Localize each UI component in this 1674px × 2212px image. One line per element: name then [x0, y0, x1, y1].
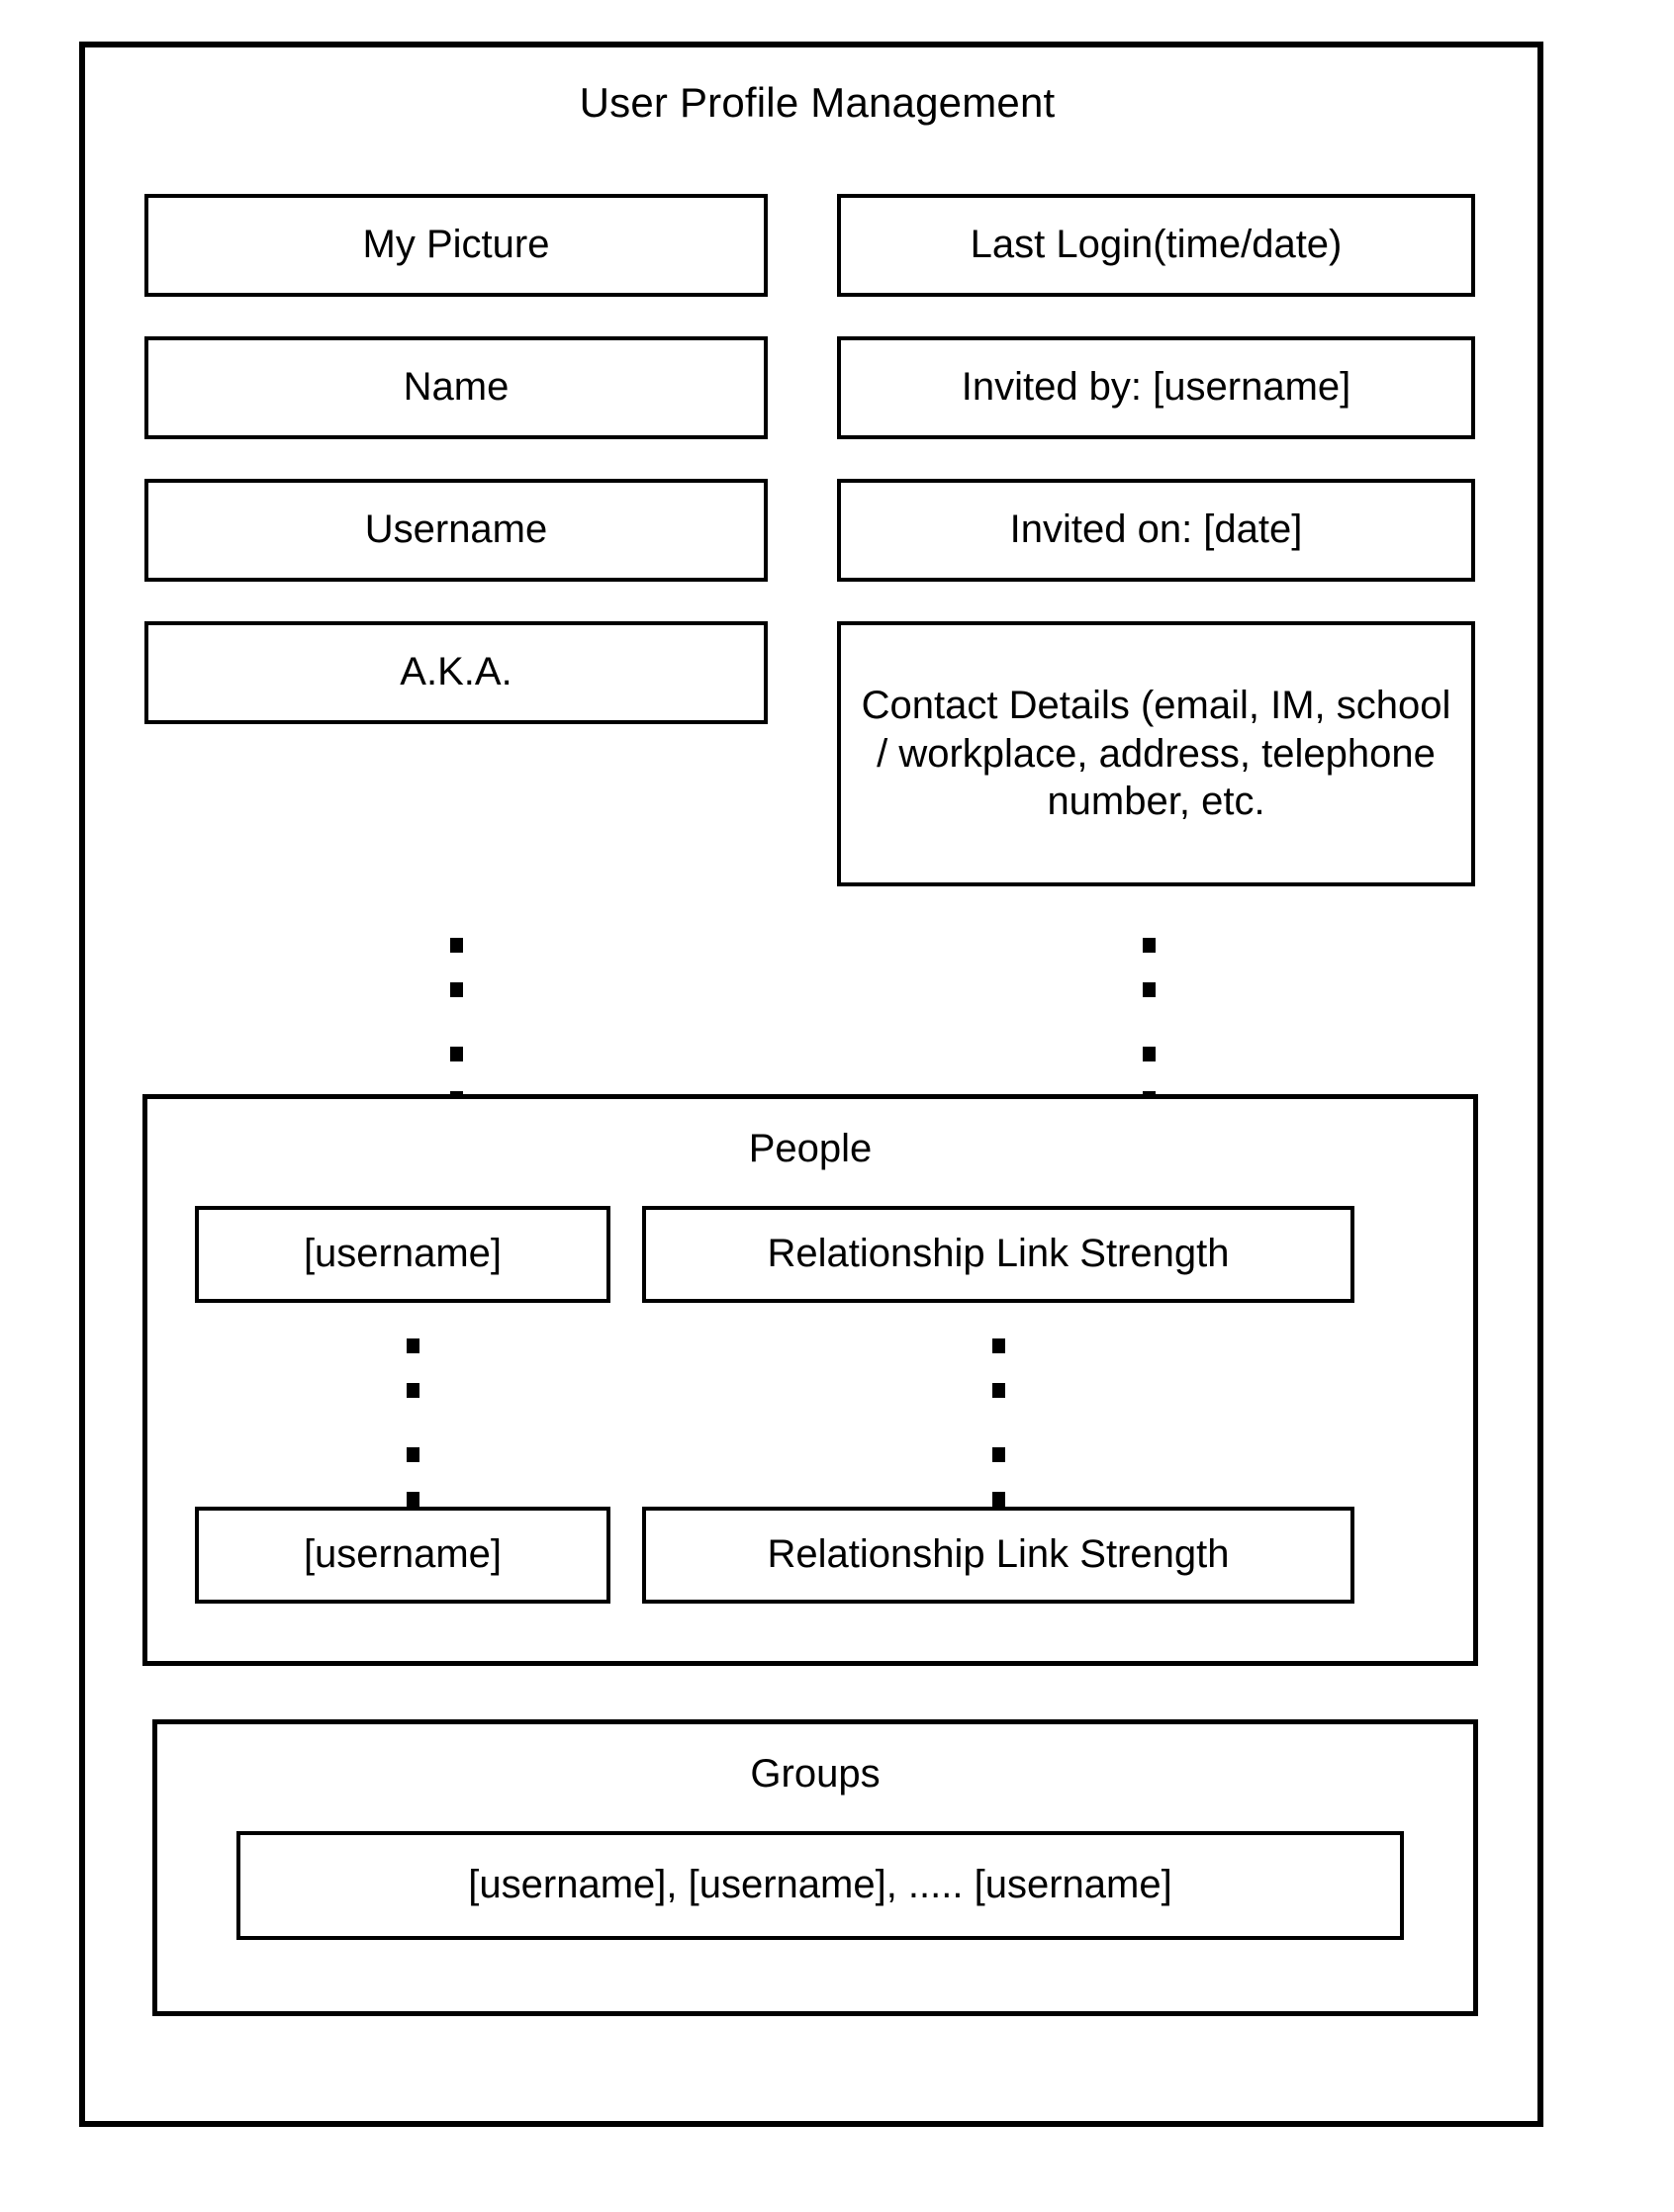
vertical-ellipsis-icon-people-left [393, 1338, 432, 1507]
vertical-ellipsis-icon-right [1129, 938, 1168, 1106]
ellipsis-dot [1142, 982, 1156, 997]
vertical-ellipsis-icon-people-right [978, 1338, 1018, 1507]
ellipsis-dot [406, 1447, 419, 1462]
ellipsis-dot [406, 1492, 419, 1507]
people-row-username-top[interactable]: [username] [195, 1206, 610, 1303]
people-row-relationship-top[interactable]: Relationship Link Strength [642, 1206, 1354, 1303]
field-box-last-login[interactable]: Last Login(time/date) [837, 194, 1475, 297]
field-box-username[interactable]: Username [144, 479, 768, 582]
ellipsis-dot [991, 1383, 1005, 1398]
field-box-invited-on[interactable]: Invited on: [date] [837, 479, 1475, 582]
groups-members-box[interactable]: [username], [username], ..... [username] [236, 1831, 1404, 1940]
field-box-name[interactable]: Name [144, 336, 768, 439]
ellipsis-dot [449, 938, 463, 953]
ellipsis-dot [406, 1338, 419, 1353]
people-row-username-bottom[interactable]: [username] [195, 1507, 610, 1604]
vertical-ellipsis-icon-left [436, 938, 476, 1106]
ellipsis-dot [1142, 1047, 1156, 1061]
field-box-my-picture[interactable]: My Picture [144, 194, 768, 297]
field-box-contact-details[interactable]: Contact Details (email, IM, school / wor… [837, 621, 1475, 886]
people-row-relationship-bottom[interactable]: Relationship Link Strength [642, 1507, 1354, 1604]
ellipsis-dot [991, 1338, 1005, 1353]
people-section: People [username] Relationship Link Stre… [142, 1094, 1478, 1666]
field-box-invited-by[interactable]: Invited by: [username] [837, 336, 1475, 439]
ellipsis-dot [406, 1383, 419, 1398]
groups-section: Groups [username], [username], ..... [us… [152, 1719, 1478, 2016]
page-title: User Profile Management [579, 79, 1056, 126]
ellipsis-dot [449, 1047, 463, 1061]
ellipsis-dot [1142, 938, 1156, 953]
people-section-title: People [748, 1127, 873, 1170]
groups-section-title: Groups [750, 1752, 881, 1796]
ellipsis-dot [991, 1492, 1005, 1507]
field-box-aka[interactable]: A.K.A. [144, 621, 768, 724]
diagram-outer-frame: User Profile Management My Picture Name … [79, 42, 1543, 2127]
ellipsis-dot [449, 982, 463, 997]
ellipsis-dot [991, 1447, 1005, 1462]
